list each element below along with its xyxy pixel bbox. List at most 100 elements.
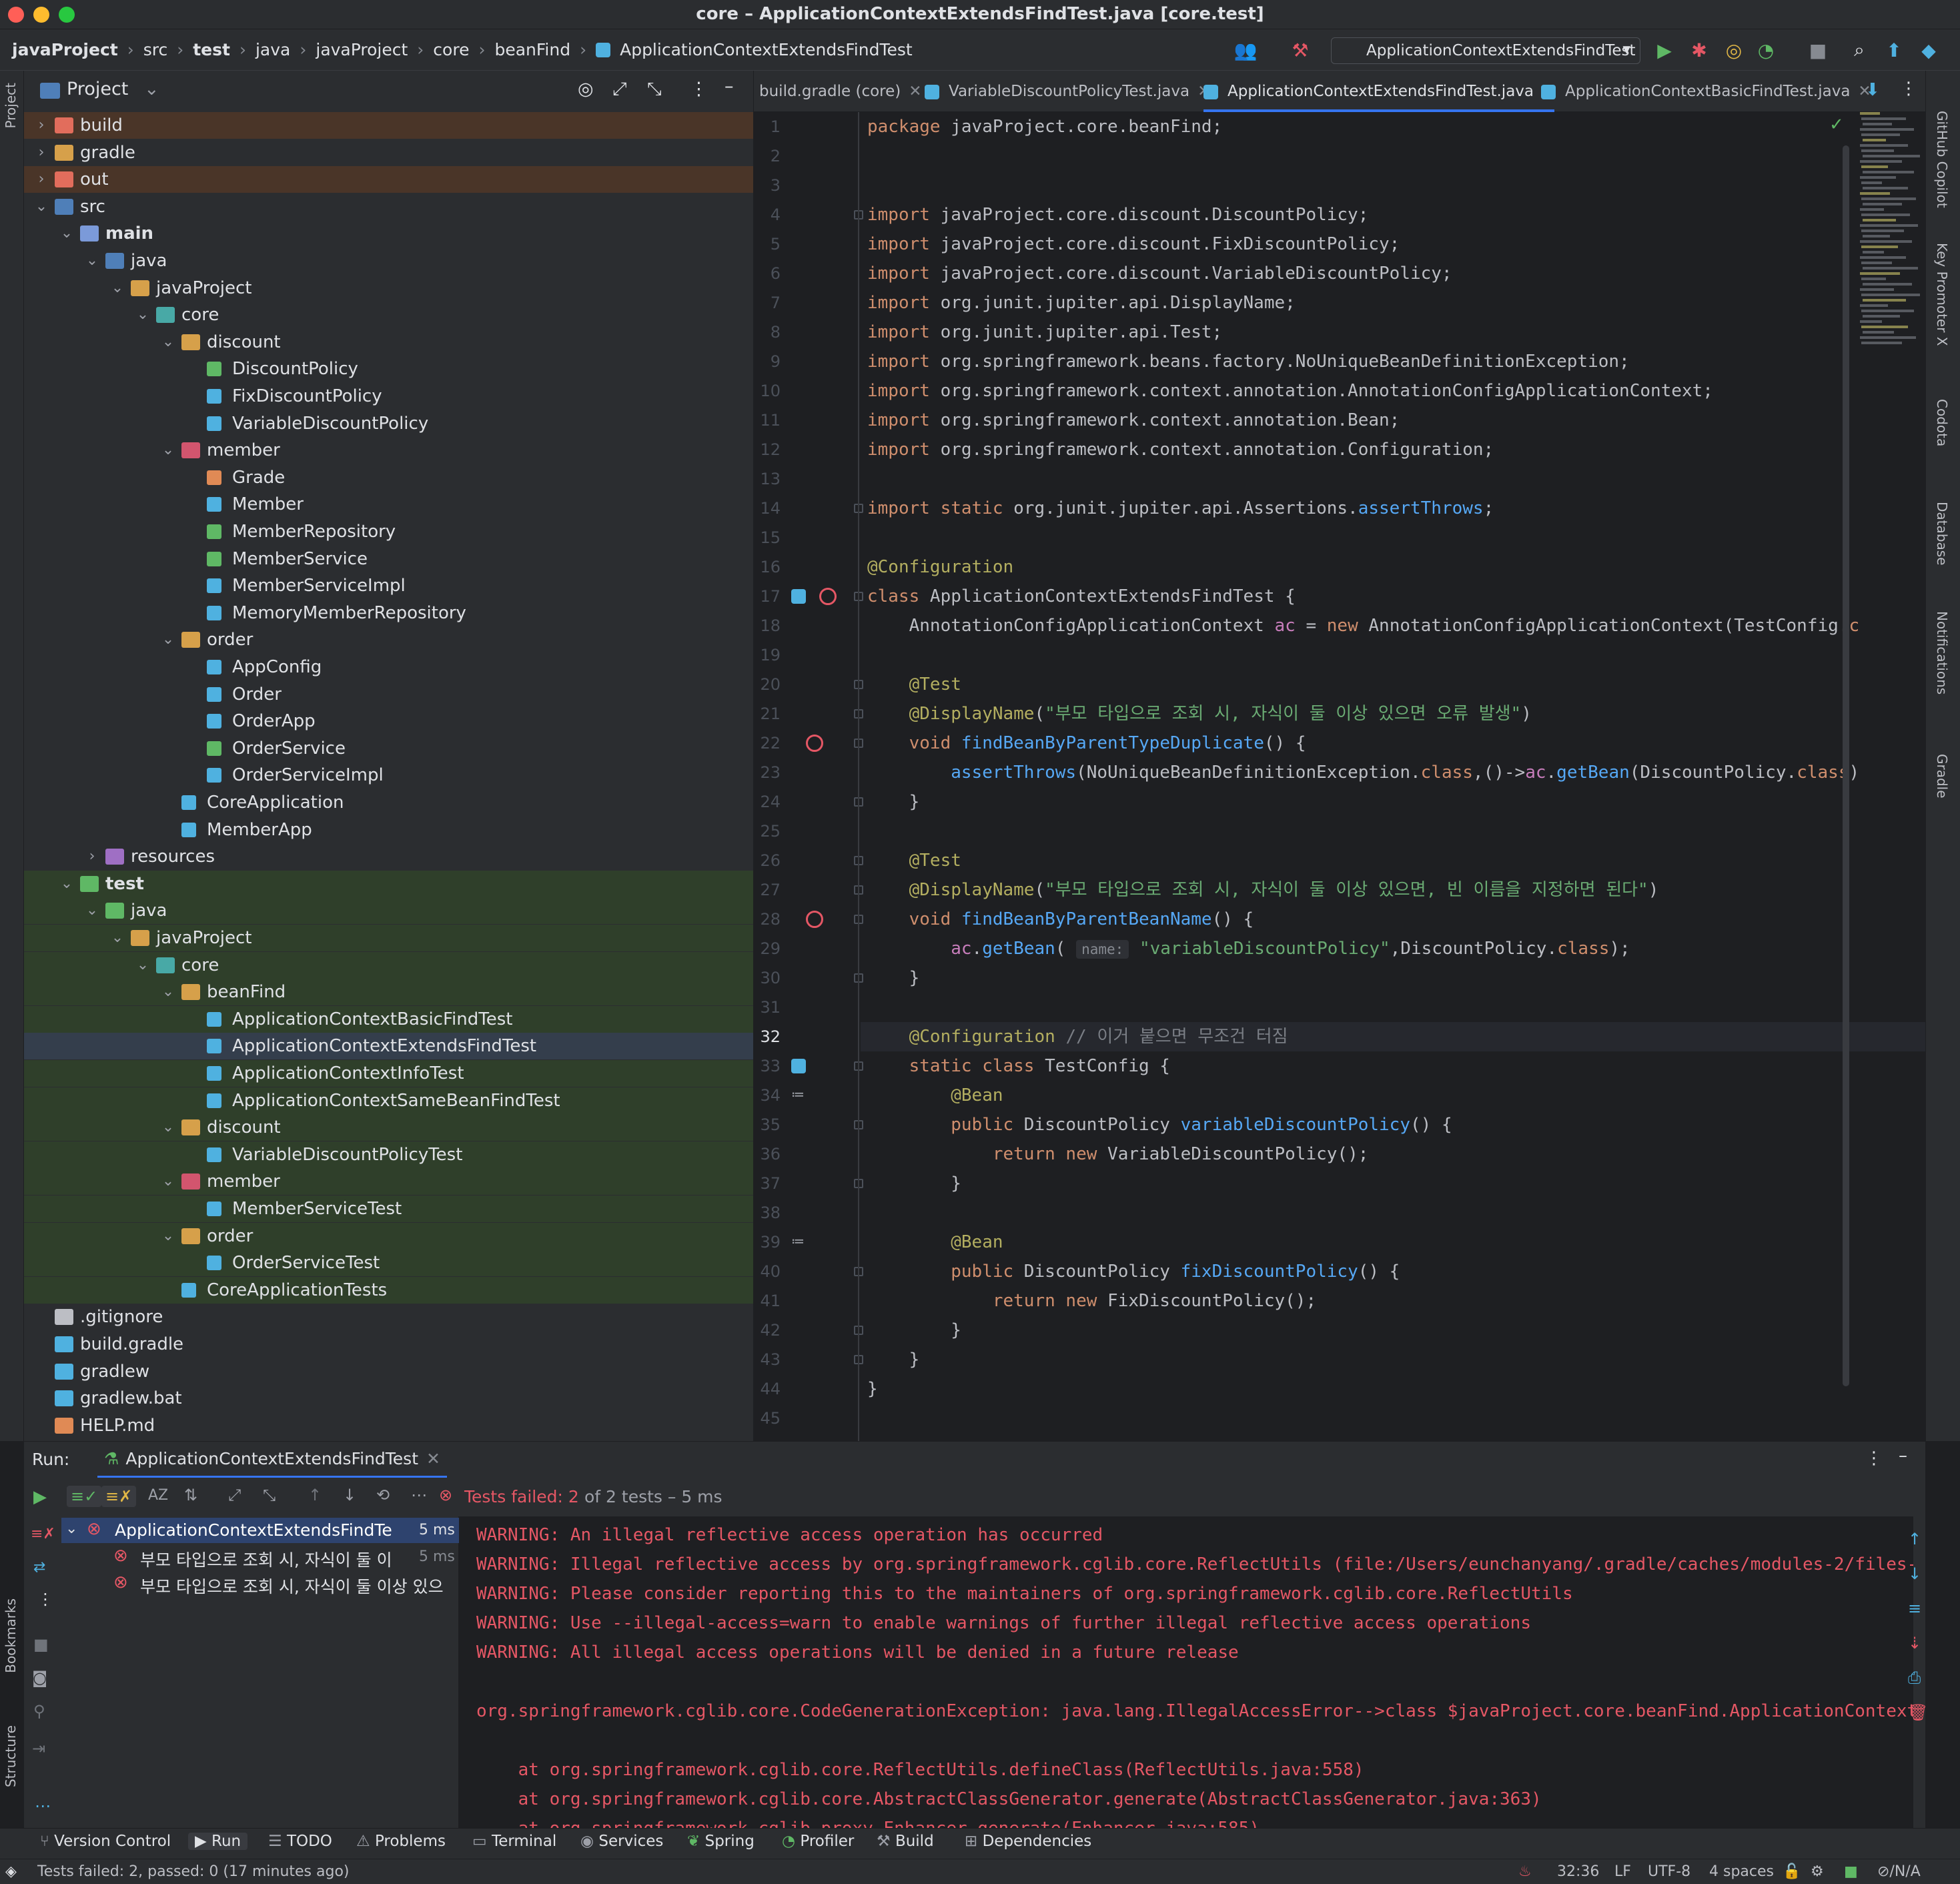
next-failed-icon[interactable]: ↓ xyxy=(343,1486,356,1504)
line-number[interactable]: 15 xyxy=(754,528,781,547)
run-icon[interactable]: ▶ xyxy=(1653,39,1676,61)
line-number[interactable]: 40 xyxy=(754,1262,781,1281)
line-number[interactable]: 21 xyxy=(754,704,781,723)
code-line[interactable]: } xyxy=(867,963,920,993)
test-case-row[interactable]: ⊗ 부모 타입으로 조회 시, 자식이 둘 이 5 ms xyxy=(61,1544,459,1570)
project-tool-button[interactable]: Project xyxy=(3,83,19,128)
line-number[interactable]: 23 xyxy=(754,763,781,782)
project-tree-item[interactable]: OrderService xyxy=(24,735,753,762)
code-line[interactable]: ac.getBean( name: "variableDiscountPolic… xyxy=(867,934,1630,963)
code-line[interactable]: @DisplayName("부모 타입으로 조회 시, 자식이 둘 이상 있으면… xyxy=(867,875,1659,905)
previous-failed-icon[interactable]: ↑ xyxy=(308,1486,322,1504)
tool-window-terminal[interactable]: ▭ Terminal xyxy=(472,1833,556,1850)
no-problems-check-icon[interactable]: ✓ xyxy=(1829,115,1844,135)
ide-features-icon[interactable]: ◆ xyxy=(1917,39,1940,61)
line-number[interactable]: 29 xyxy=(754,939,781,958)
project-tree-item[interactable]: MemoryMemberRepository xyxy=(24,600,753,626)
project-tree-item[interactable]: ⌄ java xyxy=(24,897,753,925)
project-tree-item[interactable]: ⌄ src xyxy=(24,193,753,220)
project-tree-item[interactable]: ApplicationContextBasicFindTest xyxy=(24,1005,753,1033)
line-number[interactable]: 10 xyxy=(754,382,781,400)
tool-window-todo[interactable]: ☰ TODO xyxy=(268,1833,332,1850)
inspection-icon[interactable]: ⚙ xyxy=(1811,1863,1824,1880)
project-tree-item[interactable]: MemberService xyxy=(24,546,753,572)
code-line[interactable]: static class TestConfig { xyxy=(867,1051,1170,1081)
build-hammer-icon[interactable]: ⚒ xyxy=(1289,39,1312,61)
chevron-down-icon[interactable]: ⌄ xyxy=(160,626,176,653)
database-tool-button[interactable]: Database xyxy=(1934,502,1950,565)
project-tree-item[interactable]: gradlew.bat xyxy=(24,1385,753,1412)
tool-window-dependencies[interactable]: ⊞ Dependencies xyxy=(965,1833,1091,1850)
line-number[interactable]: 44 xyxy=(754,1380,781,1398)
project-tree-item[interactable]: MemberServiceTest xyxy=(24,1196,753,1222)
console-line[interactable]: WARNING: Illegal reflective access by or… xyxy=(476,1550,1913,1579)
project-tree-item[interactable]: ⌄ core xyxy=(24,302,753,328)
line-number[interactable]: 25 xyxy=(754,822,781,841)
line-number[interactable]: 24 xyxy=(754,793,781,811)
caret-position[interactable]: 32:36 xyxy=(1557,1863,1599,1880)
camera-icon[interactable]: ◙ xyxy=(32,1669,47,1687)
line-number[interactable]: 12 xyxy=(754,440,781,459)
key-promoter-tool-button[interactable]: Key Promoter X xyxy=(1934,243,1950,346)
collapse-all-icon[interactable]: ⤡ xyxy=(263,1486,276,1504)
console-line[interactable]: WARNING: Please consider reporting this … xyxy=(476,1579,1573,1608)
collapse-all-icon[interactable]: ⤡ xyxy=(647,79,662,100)
code-line[interactable]: public DiscountPolicy fixDiscountPolicy(… xyxy=(867,1257,1400,1286)
toggle-failed-icon[interactable]: ≡✗ xyxy=(31,1526,55,1542)
code-line[interactable]: } xyxy=(867,1345,920,1374)
hide-panel-icon[interactable]: – xyxy=(1899,1446,1907,1466)
gradle-tool-button[interactable]: Gradle xyxy=(1934,754,1950,799)
more-icon[interactable]: ⋯ xyxy=(35,1797,51,1815)
breadcrumb-item[interactable]: javaProject xyxy=(316,40,408,59)
code-line[interactable]: import org.springframework.context.annot… xyxy=(867,376,1713,406)
bookmarks-tool-button[interactable]: Bookmarks xyxy=(3,1598,19,1673)
project-tree-item[interactable]: ApplicationContextSameBeanFindTest xyxy=(24,1087,753,1114)
code-line[interactable]: } xyxy=(867,1316,961,1345)
console-line[interactable]: at org.springframework.cglib.core.Reflec… xyxy=(476,1755,1364,1785)
line-number[interactable]: 45 xyxy=(754,1409,781,1428)
project-tree-item[interactable]: VariableDiscountPolicyTest xyxy=(24,1141,753,1168)
project-tree-item[interactable]: ⌄ discount xyxy=(24,329,753,356)
chevron-down-icon[interactable]: ⌄ xyxy=(135,302,151,328)
codota-tool-button[interactable]: Codota xyxy=(1934,399,1950,446)
tool-window-build[interactable]: ⚒ Build xyxy=(877,1833,934,1850)
chevron-down-icon[interactable]: ⌄ xyxy=(144,79,159,99)
tab-application-context-basic-find-test[interactable]: ApplicationContextBasicFindTest.java ✕ xyxy=(1541,71,1871,112)
project-tree-item[interactable]: ApplicationContextInfoTest xyxy=(24,1060,753,1087)
code-content[interactable]: package javaProject.core.beanFind; import… xyxy=(867,112,1935,1441)
expand-all-icon[interactable]: ⤢ xyxy=(228,1486,241,1504)
code-line[interactable]: @Bean xyxy=(867,1228,1003,1257)
editor-scrollbar[interactable] xyxy=(1843,145,1849,1386)
more-tabs-icon[interactable]: ⋮ xyxy=(1900,79,1917,99)
tab-variable-discount-policy-test[interactable]: VariableDiscountPolicyTest.java✕ xyxy=(925,71,1210,112)
line-number[interactable]: 18 xyxy=(754,616,781,635)
github-copilot-tool-button[interactable]: GitHub Copilot xyxy=(1934,111,1950,208)
update-icon[interactable]: ⬆ xyxy=(1883,39,1905,61)
breadcrumb-item[interactable]: beanFind xyxy=(494,40,570,59)
scroll-up-icon[interactable]: ↑ xyxy=(1908,1530,1921,1548)
structure-tool-button[interactable]: Structure xyxy=(3,1725,19,1787)
read-only-lock-icon[interactable]: 🔓 xyxy=(1783,1863,1801,1880)
copilot-status-icon[interactable]: ♨ xyxy=(1518,1863,1532,1880)
test-failed-icon[interactable] xyxy=(806,735,823,752)
breadcrumb-item[interactable]: core xyxy=(433,40,469,59)
project-tree-item[interactable]: ⌄ order xyxy=(24,1222,753,1250)
line-number[interactable]: 41 xyxy=(754,1292,781,1310)
line-number[interactable]: 28 xyxy=(754,910,781,929)
code-line[interactable]: } xyxy=(867,1169,961,1198)
show-passed-icon[interactable]: ≡✓ xyxy=(67,1486,102,1507)
line-number[interactable]: 39 xyxy=(754,1233,781,1252)
breadcrumb-item[interactable]: src xyxy=(143,40,168,59)
code-line[interactable]: AnnotationConfigApplicationContext ac = … xyxy=(867,611,1860,640)
stop-icon[interactable]: ■ xyxy=(33,1635,49,1654)
spring-bean-icon[interactable] xyxy=(791,589,806,604)
chevron-down-icon[interactable]: ⌄ xyxy=(160,437,176,464)
search-icon[interactable]: ⌕ xyxy=(1848,39,1871,61)
code-line[interactable]: import org.springframework.beans.factory… xyxy=(867,347,1630,376)
chevron-down-icon[interactable]: ⌄ xyxy=(160,1223,176,1250)
code-line[interactable]: } xyxy=(867,1374,878,1404)
chevron-down-icon[interactable]: ⌄ xyxy=(135,952,151,979)
line-number[interactable]: 27 xyxy=(754,881,781,899)
chevron-down-icon[interactable]: ⌄ xyxy=(160,1168,176,1195)
console-line[interactable]: WARNING: All illegal access operations w… xyxy=(476,1638,1239,1667)
